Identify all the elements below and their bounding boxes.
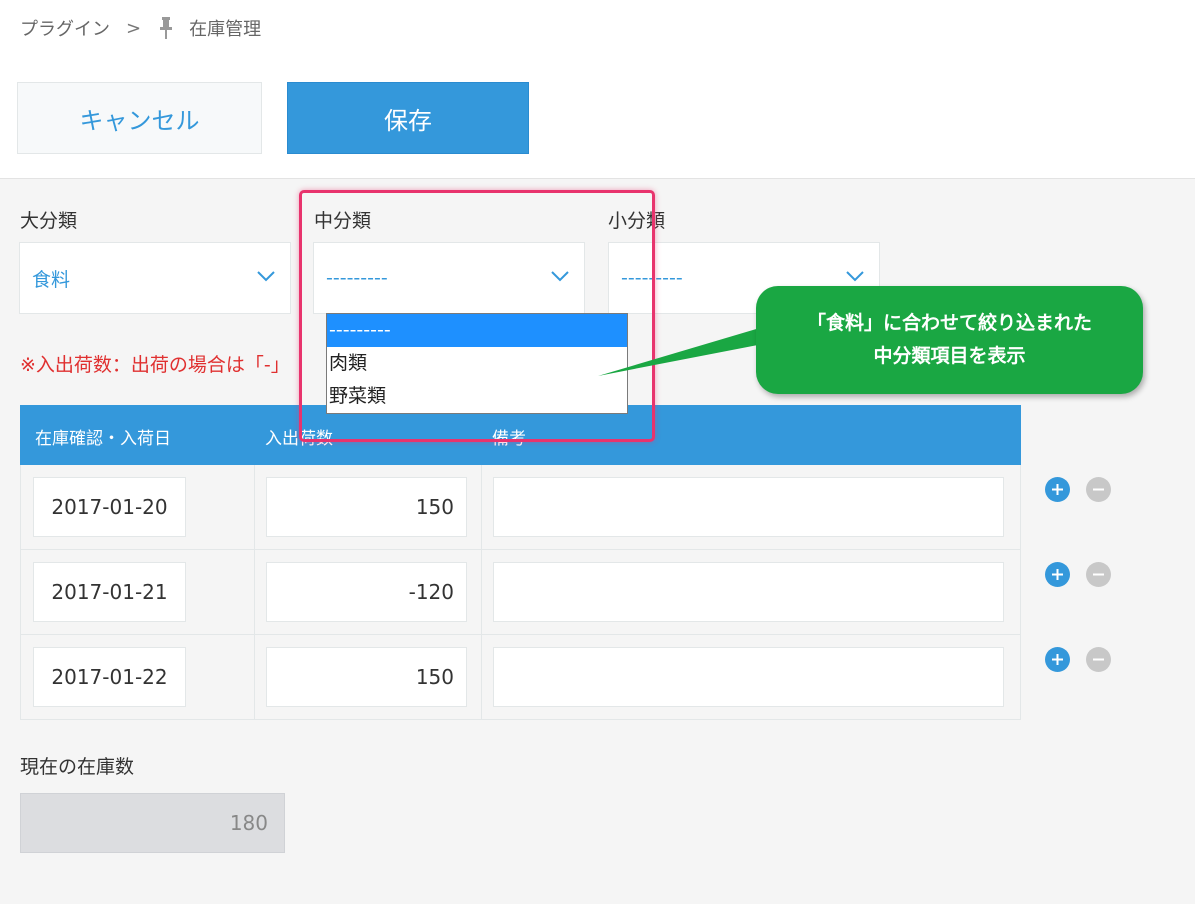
major-category-label: 大分類 bbox=[20, 210, 78, 232]
middle-category-dropdown[interactable]: --------- 肉類 野菜類 bbox=[326, 313, 628, 414]
remove-row-button[interactable] bbox=[1086, 477, 1111, 502]
remove-row-button[interactable] bbox=[1086, 562, 1111, 587]
major-category-select[interactable]: 食料 bbox=[19, 242, 291, 314]
remark-input[interactable] bbox=[493, 562, 1004, 622]
breadcrumb-separator: > bbox=[126, 17, 142, 39]
remove-row-button[interactable] bbox=[1086, 647, 1111, 672]
table-header: 在庫確認・入荷日 入出荷数 備考 bbox=[20, 405, 1021, 465]
qty-input[interactable]: 150 bbox=[266, 477, 467, 537]
plus-icon bbox=[1052, 569, 1063, 580]
date-input[interactable]: 2017-01-22 bbox=[33, 647, 186, 707]
dropdown-option[interactable]: --------- bbox=[327, 314, 627, 347]
middle-category-select[interactable]: --------- bbox=[313, 242, 585, 314]
stock-value: 180 bbox=[20, 793, 285, 853]
date-input[interactable]: 2017-01-20 bbox=[33, 477, 186, 537]
major-category-value: 食料 bbox=[32, 268, 71, 291]
pin-icon bbox=[159, 17, 173, 39]
remark-input[interactable] bbox=[493, 477, 1004, 537]
plus-icon bbox=[1052, 484, 1063, 495]
minus-icon bbox=[1093, 658, 1104, 661]
callout-line-2: 中分類項目を表示 bbox=[873, 345, 1026, 367]
middle-category-value: --------- bbox=[326, 267, 388, 289]
callout-line-1: 「食料」に合わせて絞り込まれた bbox=[806, 312, 1092, 334]
header-date: 在庫確認・入荷日 bbox=[35, 429, 171, 449]
header-qty: 入出荷数 bbox=[265, 429, 333, 449]
minus-icon bbox=[1093, 573, 1104, 576]
plus-icon bbox=[1052, 654, 1063, 665]
callout-pointer bbox=[598, 324, 773, 376]
qty-input[interactable]: 150 bbox=[266, 647, 467, 707]
table-row: 2017-01-22 150 bbox=[20, 635, 1021, 720]
shipment-note: ※入出荷数：出荷の場合は「-」 bbox=[20, 354, 290, 376]
middle-category-label: 中分類 bbox=[314, 210, 372, 232]
add-row-button[interactable] bbox=[1045, 477, 1070, 502]
qty-input[interactable]: -120 bbox=[266, 562, 467, 622]
minor-category-value: --------- bbox=[621, 267, 683, 289]
breadcrumb-current: 在庫管理 bbox=[189, 19, 262, 40]
chevron-down-icon bbox=[846, 271, 864, 282]
minus-icon bbox=[1093, 488, 1104, 491]
cancel-button[interactable]: キャンセル bbox=[17, 82, 262, 154]
save-button[interactable]: 保存 bbox=[287, 82, 529, 154]
add-row-button[interactable] bbox=[1045, 647, 1070, 672]
chevron-down-icon bbox=[551, 271, 569, 282]
table-row: 2017-01-20 150 bbox=[20, 465, 1021, 550]
date-input[interactable]: 2017-01-21 bbox=[33, 562, 186, 622]
table-row: 2017-01-21 -120 bbox=[20, 550, 1021, 635]
chevron-down-icon bbox=[257, 271, 275, 282]
minor-category-label: 小分類 bbox=[608, 210, 666, 232]
breadcrumb-root[interactable]: プラグイン bbox=[20, 15, 110, 41]
remark-input[interactable] bbox=[493, 647, 1004, 707]
dropdown-option[interactable]: 野菜類 bbox=[327, 380, 627, 413]
annotation-callout: 「食料」に合わせて絞り込まれた 中分類項目を表示 bbox=[756, 286, 1143, 394]
header-bar: プラグイン > 在庫管理 キャンセル 保存 bbox=[0, 0, 1195, 179]
add-row-button[interactable] bbox=[1045, 562, 1070, 587]
dropdown-option[interactable]: 肉類 bbox=[327, 347, 627, 380]
breadcrumb: プラグイン > 在庫管理 bbox=[20, 16, 261, 40]
header-remark: 備考 bbox=[492, 429, 526, 449]
stock-label: 現在の在庫数 bbox=[20, 756, 135, 778]
